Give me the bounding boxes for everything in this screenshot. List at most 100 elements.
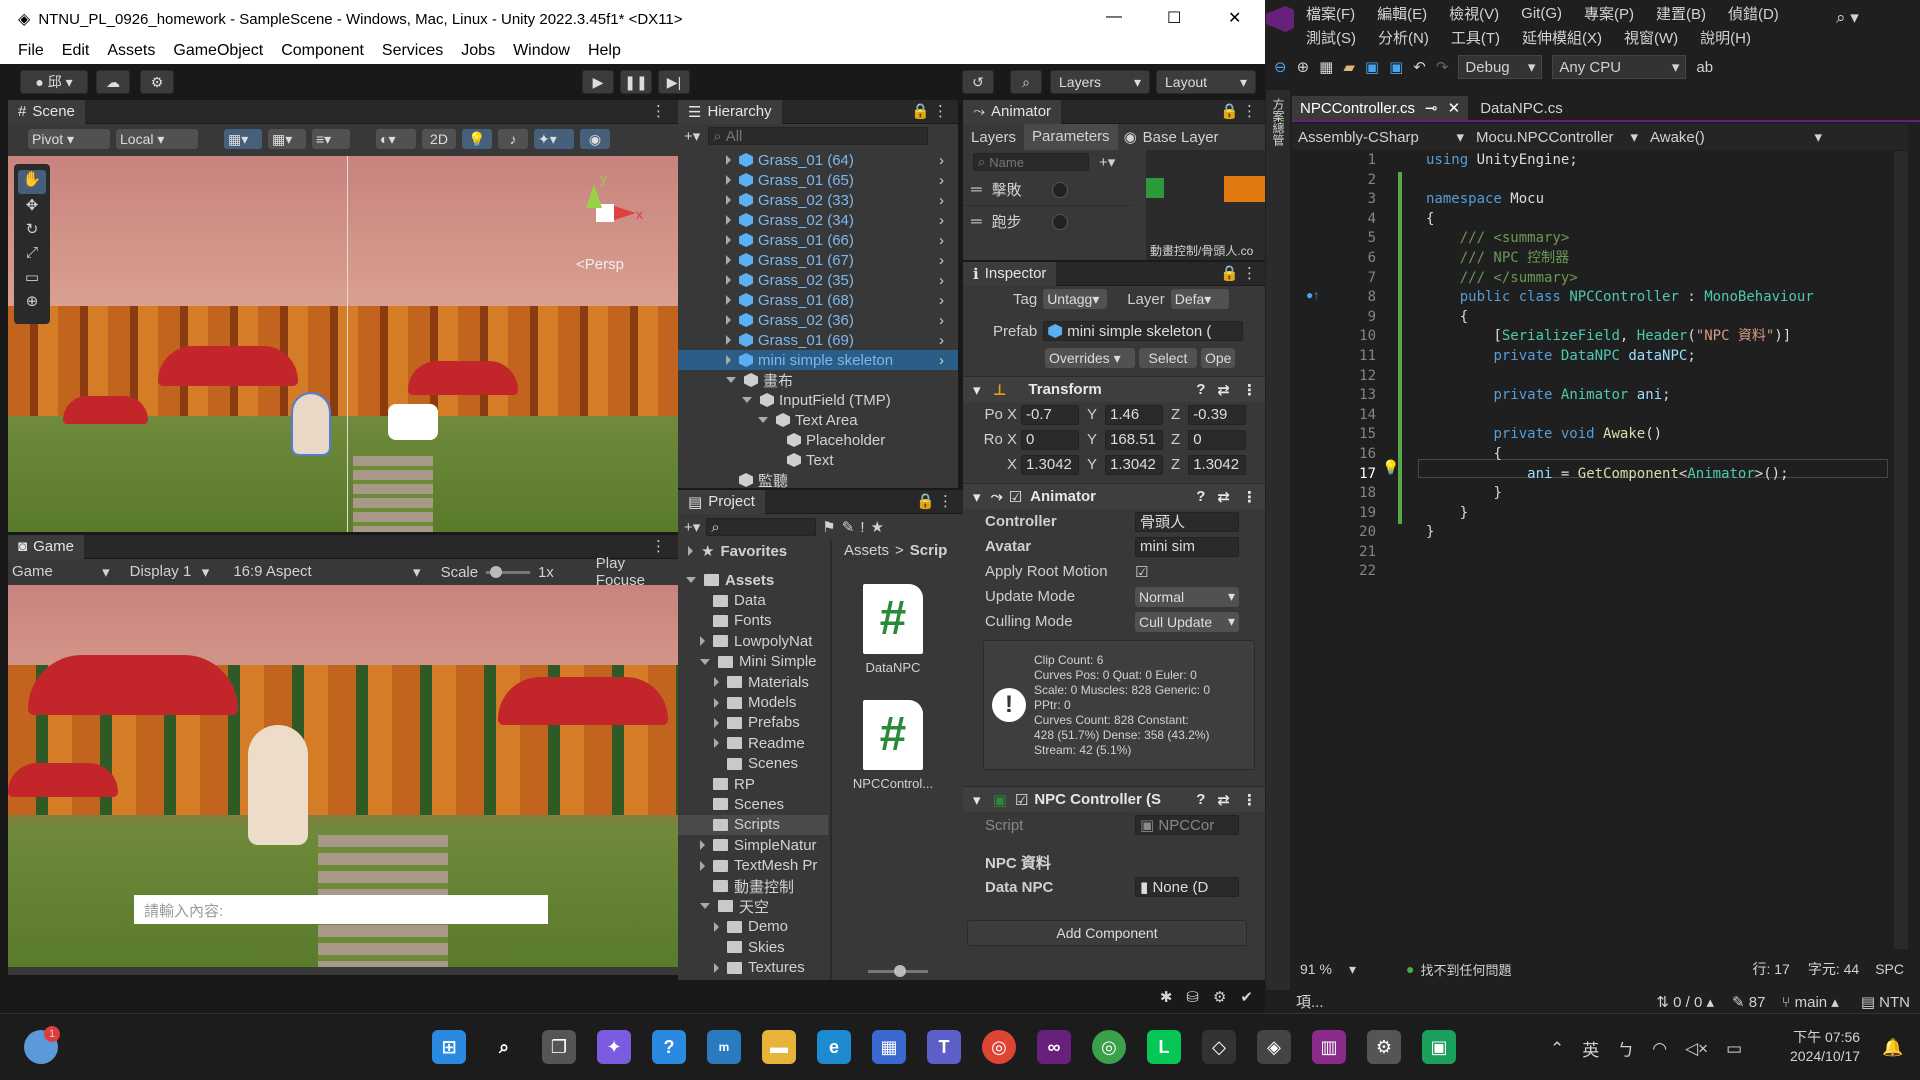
bug-icon[interactable]: ✱	[1160, 988, 1173, 1006]
minimize-button[interactable]: —	[1106, 8, 1122, 26]
toggle-2d[interactable]: 2D	[422, 129, 456, 149]
more-icon[interactable]: ⋮	[933, 102, 948, 120]
vs-menu-item[interactable]: 視窗(W)	[1624, 27, 1678, 48]
chevron-right-icon[interactable]: ›	[939, 292, 944, 309]
hierarchy-item[interactable]: 畫布	[678, 370, 958, 390]
unity-hub-icon[interactable]: ◇	[1202, 1030, 1236, 1064]
breadcrumb-scripts[interactable]: Scrip	[910, 542, 948, 559]
editor-scrollbar[interactable]	[1894, 151, 1908, 949]
task-view-icon[interactable]: ❐	[542, 1030, 576, 1064]
game-dropdown[interactable]: Game ▾	[8, 563, 118, 581]
member-nav-dropdown[interactable]: Awake() ▾	[1644, 128, 1828, 147]
config-dropdown[interactable]: Debug ▾	[1458, 55, 1543, 79]
output-item[interactable]: 項...	[1296, 991, 1324, 1012]
winrar-icon[interactable]: ▥	[1312, 1030, 1346, 1064]
visibility-toggle[interactable]: ◉	[580, 129, 610, 149]
trigger-toggle[interactable]	[1051, 213, 1068, 230]
cloud-button[interactable]: ☁	[96, 70, 130, 94]
rotation-row-z-field[interactable]: 0	[1188, 429, 1247, 450]
edge-icon[interactable]: e	[817, 1030, 851, 1064]
chevron-right-icon[interactable]	[726, 275, 731, 285]
hierarchy-item[interactable]: Placeholder	[678, 430, 958, 450]
back-icon[interactable]: ⊖	[1274, 58, 1287, 76]
chevron-down-icon[interactable]	[726, 377, 736, 383]
dialog-input-field[interactable]: 請輸入內容:	[134, 895, 548, 924]
hierarchy-item[interactable]: Grass_01 (68) ›	[678, 290, 958, 310]
chevron-down-icon[interactable]	[742, 397, 752, 403]
chevron-right-icon[interactable]	[726, 295, 731, 305]
column-indicator[interactable]: 字元: 44	[1808, 959, 1859, 979]
account-button[interactable]: ● 邱 ▾	[20, 70, 88, 94]
tab-project[interactable]: ▤ Project	[678, 489, 765, 514]
branch-selector[interactable]: ⑂ main ▴	[1781, 993, 1838, 1011]
lock-icon[interactable]: 🔒	[911, 102, 930, 120]
preset-icon[interactable]: ⇄	[1217, 791, 1230, 809]
avatar-field[interactable]: mini sim	[1135, 536, 1239, 557]
hierarchy-item[interactable]: Grass_01 (66) ›	[678, 230, 958, 250]
hierarchy-item[interactable]: Grass_02 (35) ›	[678, 270, 958, 290]
more-icon[interactable]: ⋮	[1242, 791, 1257, 809]
display-dropdown[interactable]: Display 1 ▾	[118, 563, 218, 581]
chevron-right-icon[interactable]: ›	[939, 212, 944, 229]
step-button[interactable]: ▶|	[658, 70, 690, 94]
help-icon[interactable]: ?	[1196, 488, 1205, 505]
menu-component[interactable]: Component	[281, 42, 364, 60]
lightbulb-icon[interactable]: 💡	[1382, 459, 1399, 476]
local-dropdown[interactable]: Local ▾	[116, 129, 198, 149]
chevron-up-icon[interactable]: ⌃	[1550, 1039, 1564, 1059]
project-folder[interactable]: LowpolyNat	[678, 631, 828, 651]
more-icon[interactable]: ⋮	[1242, 264, 1257, 282]
save-icon[interactable]: ▣	[1365, 58, 1379, 76]
menu-file[interactable]: File	[18, 42, 44, 60]
grid-snap[interactable]: ▦▾	[268, 129, 306, 149]
base-layer-breadcrumb[interactable]: Base Layer	[1143, 129, 1219, 146]
chevron-right-icon[interactable]	[700, 636, 705, 647]
project-folder[interactable]: Readme	[678, 733, 828, 753]
pause-button[interactable]: ❚❚	[620, 70, 652, 94]
layer-dropdown[interactable]: Defa ▾	[1170, 289, 1229, 309]
chrome-profile-icon[interactable]: ◎	[1092, 1030, 1126, 1064]
shading-dropdown[interactable]: ◐▾	[376, 129, 416, 149]
debug-icon[interactable]: ⚙	[1213, 988, 1226, 1006]
play-focused-dropdown[interactable]: Play Focuse	[596, 555, 678, 589]
add-button[interactable]: +▾	[684, 127, 700, 145]
copilot-icon[interactable]: ✦	[597, 1030, 631, 1064]
undo-icon[interactable]: ↶	[1413, 58, 1426, 76]
project-folder[interactable]: Assets	[678, 570, 828, 590]
hand-tool[interactable]: ✋	[18, 170, 46, 194]
chevron-right-icon[interactable]	[714, 738, 719, 749]
vs-menu-item[interactable]: 編輯(E)	[1377, 3, 1427, 24]
add-button[interactable]: +▾	[684, 518, 700, 536]
vs-menu-item[interactable]: 檔案(F)	[1306, 3, 1355, 24]
data-npc-field[interactable]: ▮ None (D	[1135, 877, 1239, 897]
chevron-right-icon[interactable]: ›	[939, 192, 944, 209]
volume-icon[interactable]: ◁×	[1685, 1039, 1708, 1059]
chrome-icon[interactable]: ◎	[982, 1030, 1016, 1064]
project-folder[interactable]: Scripts	[678, 814, 828, 836]
hierarchy-item[interactable]: 監聽	[678, 470, 958, 490]
pin-icon[interactable]: ⊸	[1425, 99, 1438, 117]
settings-icon[interactable]: ⚙	[1367, 1030, 1401, 1064]
zoom-dropdown[interactable]: 91 % ▾	[1292, 961, 1362, 978]
update-mode-dropdown[interactable]: Normal ▾	[1135, 586, 1239, 607]
effects-toggle[interactable]: ✦▾	[534, 129, 574, 149]
battery-icon[interactable]: ▭	[1726, 1039, 1742, 1059]
tab-datanpc[interactable]: DataNPC.cs	[1468, 96, 1575, 120]
trigger-toggle[interactable]	[1051, 181, 1068, 198]
chevron-right-icon[interactable]	[700, 840, 705, 851]
chevron-right-icon[interactable]: ›	[939, 172, 944, 189]
drag-handle-icon[interactable]: ═	[971, 213, 982, 230]
prefab-field[interactable]: mini simple skeleton (	[1043, 321, 1244, 341]
menu-help[interactable]: Help	[588, 42, 621, 60]
more-icon[interactable]: ⋮	[1242, 488, 1257, 506]
preset-icon[interactable]: ⇄	[1217, 488, 1230, 506]
vs-menu-item[interactable]: 建置(B)	[1656, 3, 1706, 24]
chevron-right-icon[interactable]	[726, 155, 731, 165]
add-component-button[interactable]: Add Component	[967, 920, 1247, 946]
project-folder[interactable]: Scenes	[678, 754, 828, 774]
menu-edit[interactable]: Edit	[62, 42, 90, 60]
project-folder[interactable]: 動畫控制	[678, 876, 828, 896]
transform-tool[interactable]: ⊕	[14, 292, 50, 316]
menu-assets[interactable]: Assets	[107, 42, 155, 60]
search-icon[interactable]: ⌕ ▾	[1836, 8, 1859, 28]
